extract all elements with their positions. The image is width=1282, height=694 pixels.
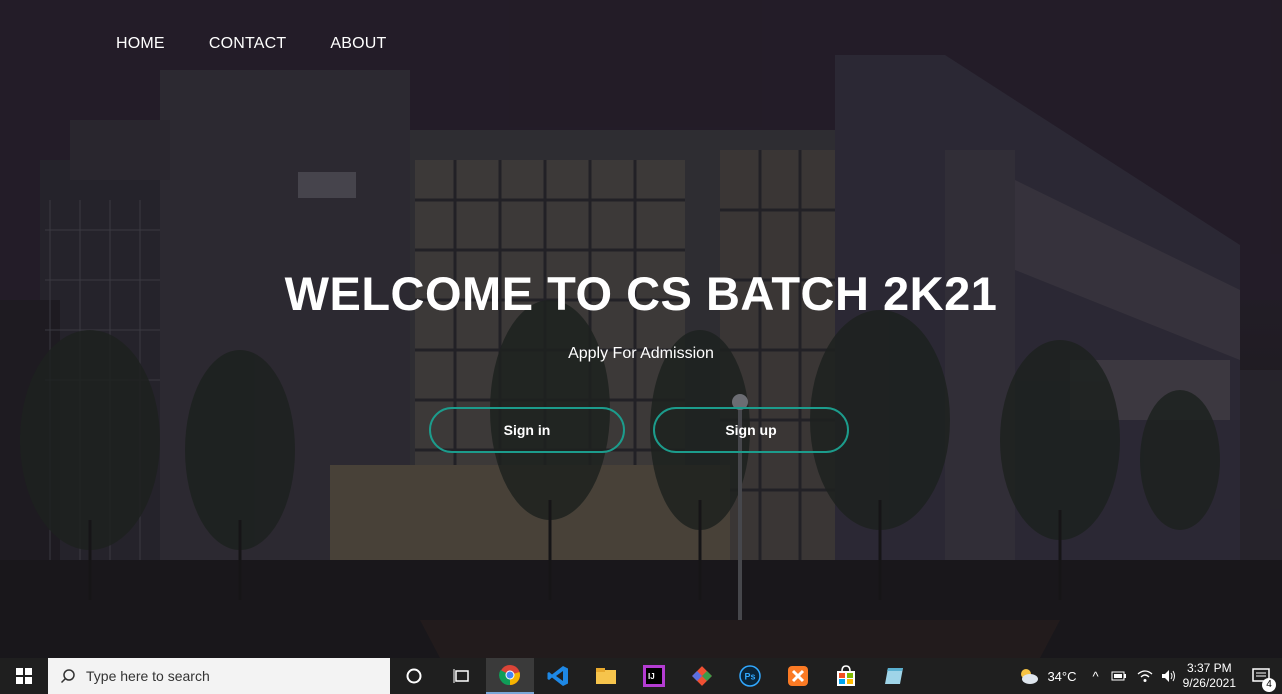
- taskbar-intellij[interactable]: IJ: [630, 658, 678, 694]
- task-view-button[interactable]: [438, 658, 486, 694]
- clock-time: 3:37 PM: [1186, 661, 1232, 675]
- vscode-icon: [547, 666, 568, 686]
- weather-temperature[interactable]: 34°C: [1047, 669, 1076, 684]
- taskbar-file-explorer[interactable]: [582, 658, 630, 694]
- nav-home[interactable]: HOME: [116, 35, 165, 53]
- cortana-circle-icon: [406, 668, 422, 684]
- notification-count-badge: 4: [1262, 678, 1276, 692]
- hero-section: HOME CONTACT ABOUT WELCOME TO CS BATCH 2…: [0, 0, 1282, 658]
- taskbar-photoshop[interactable]: Ps: [726, 658, 774, 694]
- page-title: WELCOME TO CS BATCH 2K21: [284, 267, 998, 320]
- battery-icon[interactable]: [1111, 670, 1127, 682]
- photoshop-icon: Ps: [739, 665, 761, 687]
- taskbar-vscode[interactable]: [534, 658, 582, 694]
- svg-text:Ps: Ps: [745, 672, 756, 682]
- taskbar-store[interactable]: [822, 658, 870, 694]
- store-bag-icon: [837, 665, 855, 686]
- git-icon: [692, 666, 712, 686]
- weather-cloud-icon: [1021, 669, 1039, 684]
- chevron-up-icon[interactable]: ^: [1093, 669, 1099, 684]
- signup-button[interactable]: Sign up: [653, 407, 849, 453]
- taskbar-notepad[interactable]: [870, 658, 918, 694]
- system-tray: 34°C ^ 3:37 PM 9/26/2021 4: [1017, 658, 1282, 694]
- xampp-icon: [788, 666, 808, 686]
- wifi-icon[interactable]: [1137, 669, 1153, 683]
- signin-button[interactable]: Sign in: [429, 407, 625, 453]
- svg-text:IJ: IJ: [648, 672, 655, 681]
- folder-icon: [596, 668, 616, 684]
- taskbar-xampp[interactable]: [774, 658, 822, 694]
- taskbar-search-box[interactable]: Type here to search: [48, 658, 390, 694]
- start-button[interactable]: [0, 658, 48, 694]
- clock-date: 9/26/2021: [1182, 676, 1236, 690]
- taskbar-clock[interactable]: 3:37 PM 9/26/2021: [1183, 661, 1236, 691]
- task-view-icon: [453, 669, 469, 683]
- notepad-icon: [885, 668, 903, 684]
- volume-icon[interactable]: [1161, 669, 1177, 683]
- dark-overlay: [0, 0, 1282, 658]
- chrome-icon: [499, 665, 520, 686]
- page-subtitle: Apply For Admission: [568, 345, 714, 362]
- taskbar-git[interactable]: [678, 658, 726, 694]
- windows-taskbar: Type here to search IJ Ps 34°C ^ 3:37 PM…: [0, 658, 1282, 694]
- search-icon: [60, 669, 75, 684]
- notification-center-button[interactable]: 4: [1246, 658, 1276, 694]
- cortana-button[interactable]: [390, 658, 438, 694]
- intellij-icon: IJ: [643, 665, 665, 687]
- nav-about[interactable]: ABOUT: [330, 35, 386, 53]
- top-nav: HOME CONTACT ABOUT: [116, 35, 386, 53]
- nav-contact[interactable]: CONTACT: [209, 35, 287, 53]
- taskbar-chrome[interactable]: [486, 658, 534, 694]
- search-placeholder: Type here to search: [86, 668, 210, 684]
- windows-logo-icon: [16, 668, 32, 684]
